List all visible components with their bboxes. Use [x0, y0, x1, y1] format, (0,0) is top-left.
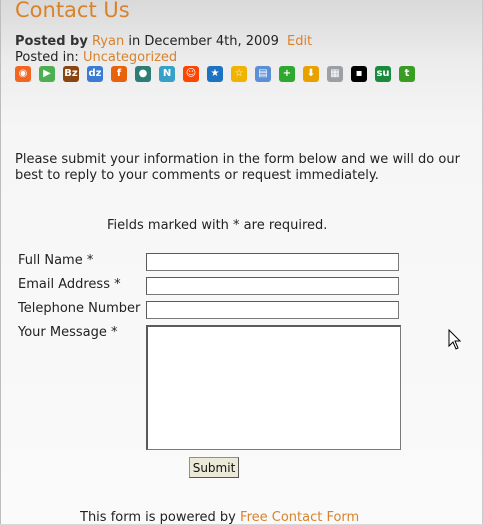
intro-text: Please submit your information in the fo…: [15, 152, 460, 183]
powered-by-text: This form is powered by: [80, 510, 236, 525]
share-icon-10[interactable]: ☆: [231, 66, 247, 82]
email-field[interactable]: [146, 277, 399, 295]
share-icon-8[interactable]: ☺: [183, 66, 199, 82]
author-link[interactable]: Ryan: [92, 34, 124, 49]
share-icon-2[interactable]: ▶: [39, 66, 55, 82]
share-icons-bar: ◉ ▶ Bz dz f ● N ☺ ★ ☆ ▤ + ⬇ ▦ ▪ su t: [15, 66, 423, 82]
free-contact-form-link[interactable]: Free Contact Form: [240, 510, 359, 525]
share-icon-14[interactable]: ▦: [327, 66, 343, 82]
share-icon-15[interactable]: ▪: [351, 66, 367, 82]
message-label: Your Message *: [18, 325, 118, 340]
share-icon-12[interactable]: +: [279, 66, 295, 82]
mouse-cursor-icon: [448, 329, 462, 350]
email-label: Email Address *: [18, 277, 121, 292]
submit-button[interactable]: Submit: [189, 457, 239, 478]
share-icon-17[interactable]: t: [399, 66, 415, 82]
phone-field[interactable]: [146, 301, 399, 319]
full-name-field[interactable]: [146, 253, 399, 271]
share-icon-13[interactable]: ⬇: [303, 66, 319, 82]
full-name-label: Full Name *: [18, 253, 94, 268]
post-category: Posted in: Uncategorized: [15, 50, 177, 65]
message-textarea[interactable]: [146, 325, 401, 450]
post-date: in December 4th, 2009: [128, 34, 279, 49]
share-icon-6[interactable]: ●: [135, 66, 151, 82]
share-icon-1[interactable]: ◉: [15, 66, 31, 82]
left-border: [0, 0, 1, 524]
posted-in-label: Posted in:: [15, 50, 79, 65]
edit-link[interactable]: Edit: [287, 34, 312, 49]
page-title: Contact Us: [15, 0, 130, 22]
post-meta: Posted by Ryan in December 4th, 2009 Edi…: [15, 34, 312, 49]
share-icon-11[interactable]: ▤: [255, 66, 271, 82]
powered-by: This form is powered by Free Contact For…: [80, 510, 359, 525]
share-icon-3[interactable]: Bz: [63, 66, 79, 82]
posted-by-label: Posted by: [15, 34, 88, 49]
required-note: Fields marked with * are required.: [107, 218, 328, 233]
share-icon-4[interactable]: dz: [87, 66, 103, 82]
category-link[interactable]: Uncategorized: [83, 50, 177, 65]
phone-label: Telephone Number: [18, 301, 141, 316]
share-icon-16[interactable]: su: [375, 66, 391, 82]
share-icon-5[interactable]: f: [111, 66, 127, 82]
share-icon-9[interactable]: ★: [207, 66, 223, 82]
share-icon-7[interactable]: N: [159, 66, 175, 82]
